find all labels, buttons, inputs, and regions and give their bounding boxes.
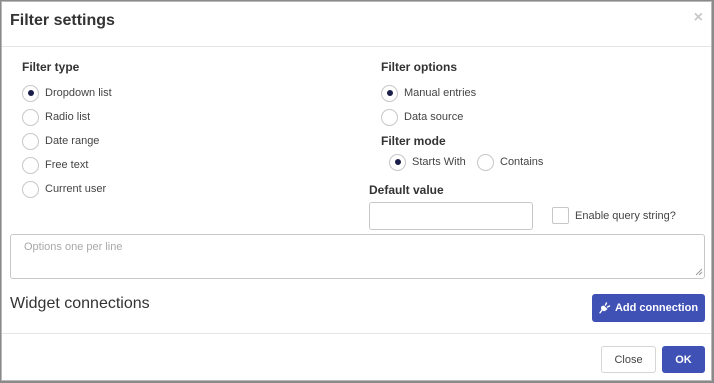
radio-date-range[interactable]: Date range xyxy=(22,132,99,150)
radio-starts-with[interactable]: Starts With xyxy=(389,153,466,171)
radio-label: Date range xyxy=(45,135,100,147)
radio-label: Contains xyxy=(500,156,544,168)
radio-contains[interactable]: Contains xyxy=(477,153,543,171)
filter-settings-dialog: Filter settings × Filter type Dropdown l… xyxy=(1,1,712,381)
filter-mode-heading: Filter mode xyxy=(381,134,446,148)
radio-label: Data source xyxy=(404,111,464,123)
radio-label: Current user xyxy=(45,183,107,195)
radio-button[interactable] xyxy=(22,84,39,102)
radio-button[interactable] xyxy=(22,156,39,174)
dialog-title: Filter settings xyxy=(10,12,115,29)
close-button[interactable]: Close xyxy=(601,346,656,373)
add-connection-label: Add connection xyxy=(614,302,699,314)
filter-type-heading: Filter type xyxy=(22,60,80,74)
radio-manual-entries[interactable]: Manual entries xyxy=(381,84,476,102)
default-value-label: Default value xyxy=(369,183,444,197)
radio-button[interactable] xyxy=(22,108,39,126)
radio-button[interactable] xyxy=(381,108,398,126)
filter-options-heading: Filter options xyxy=(381,60,457,74)
radio-label: Radio list xyxy=(45,111,91,123)
radio-button[interactable] xyxy=(389,153,406,171)
radio-label: Dropdown list xyxy=(45,87,112,99)
radio-free-text[interactable]: Free text xyxy=(22,156,88,174)
add-connection-button[interactable]: Add connection xyxy=(592,294,705,322)
radio-label: Manual entries xyxy=(404,87,477,99)
checkbox-label: Enable query string? xyxy=(575,209,676,222)
radio-button[interactable] xyxy=(22,132,39,150)
radio-button[interactable] xyxy=(381,84,398,102)
plug-icon xyxy=(599,302,611,314)
options-textarea[interactable] xyxy=(10,234,705,279)
radio-current-user[interactable]: Current user xyxy=(22,180,106,198)
default-value-input[interactable] xyxy=(369,202,533,230)
checkbox-box[interactable] xyxy=(552,207,569,224)
ok-button[interactable]: OK xyxy=(662,346,705,373)
radio-dropdown-list[interactable]: Dropdown list xyxy=(22,84,112,102)
enable-query-string-checkbox[interactable]: Enable query string? xyxy=(552,207,676,224)
radio-button[interactable] xyxy=(22,180,39,198)
close-icon[interactable]: × xyxy=(694,9,703,27)
widget-connections-heading: Widget connections xyxy=(10,295,150,312)
radio-radio-list[interactable]: Radio list xyxy=(22,108,90,126)
footer-divider xyxy=(2,333,711,334)
radio-button[interactable] xyxy=(477,153,494,171)
radio-label: Starts With xyxy=(412,156,466,168)
radio-label: Free text xyxy=(45,159,89,171)
dialog-header: Filter settings × xyxy=(2,2,711,47)
radio-data-source[interactable]: Data source xyxy=(381,108,463,126)
